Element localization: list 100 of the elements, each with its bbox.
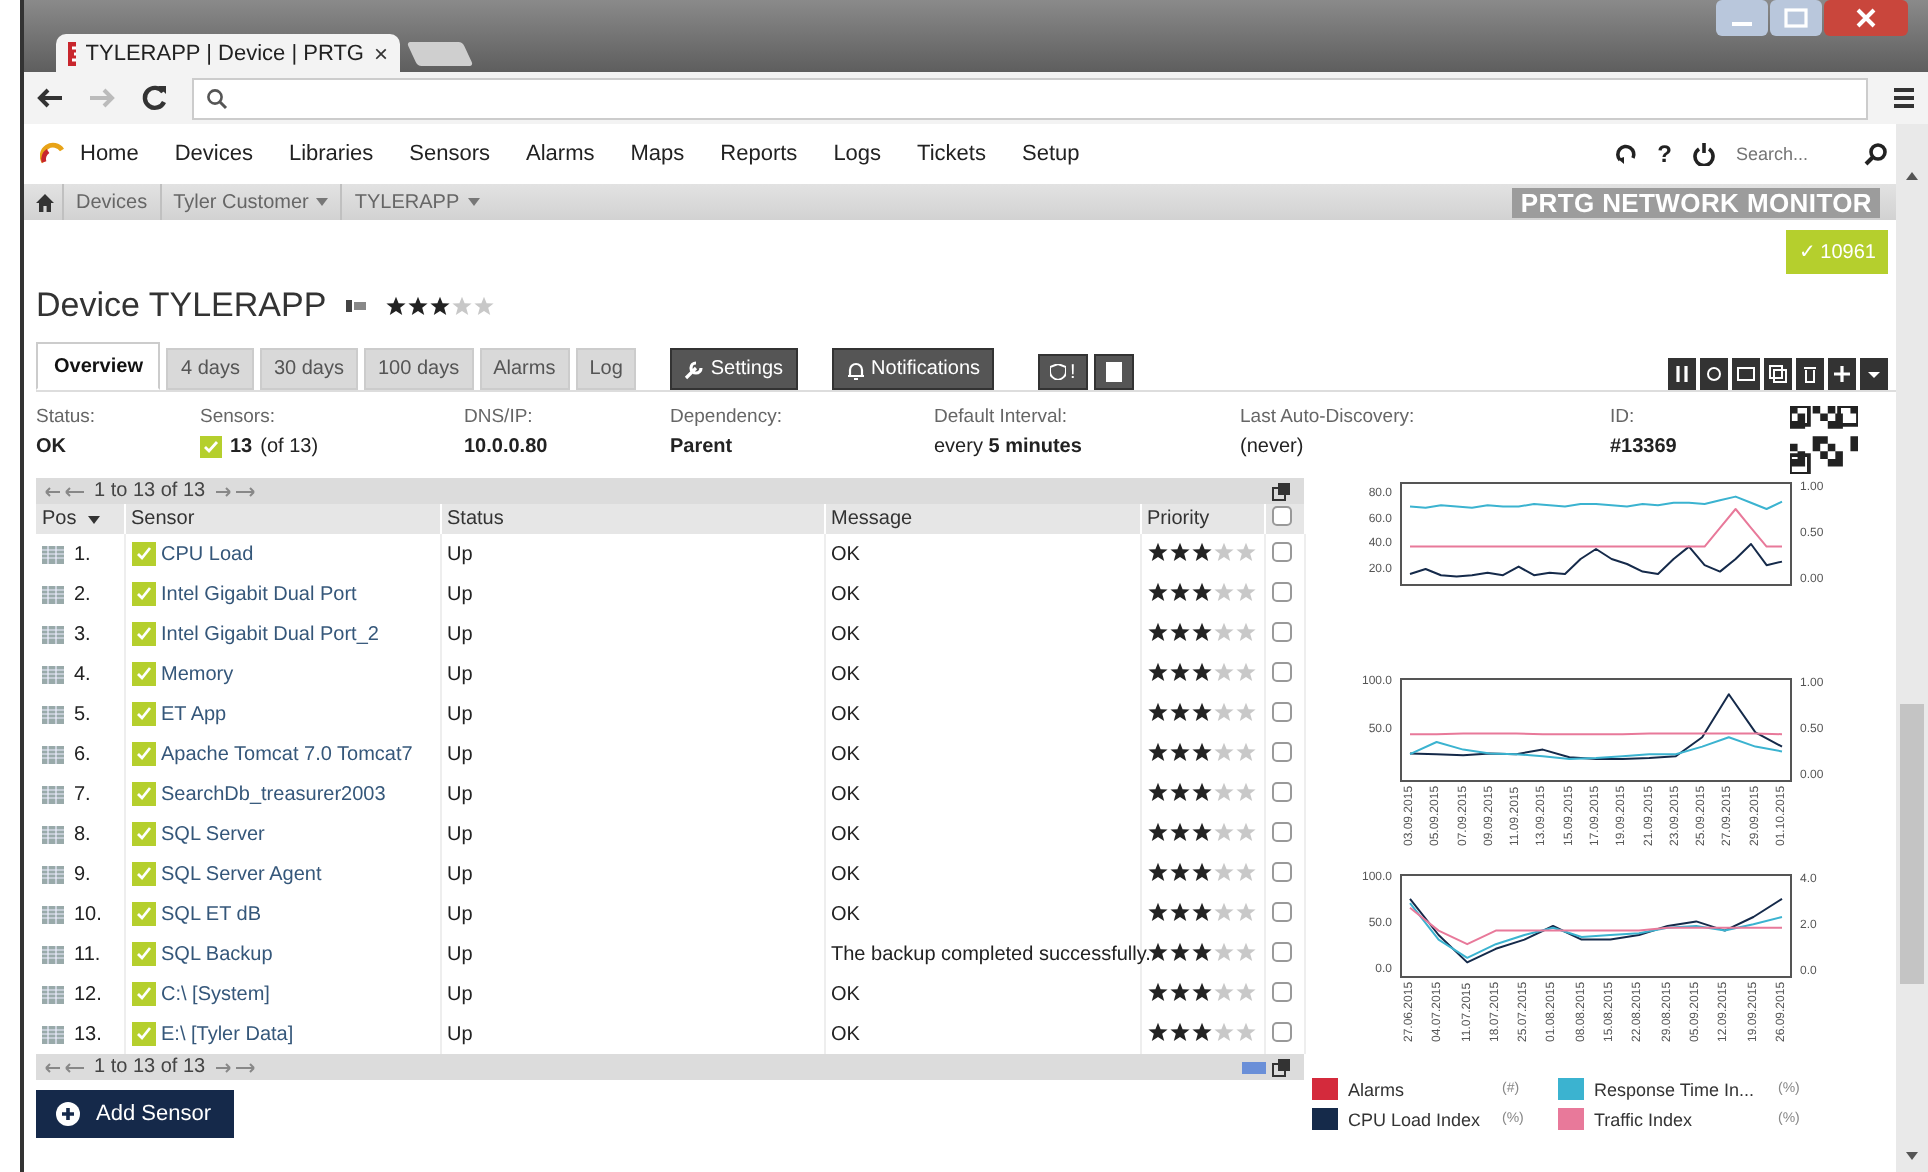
logo-icon[interactable]	[40, 142, 64, 166]
column-header[interactable]: Message	[831, 508, 913, 530]
checkbox[interactable]	[1271, 1021, 1291, 1041]
checkbox[interactable]	[1271, 741, 1291, 761]
help-link[interactable]: ?	[1657, 140, 1672, 168]
flag-icon	[346, 300, 367, 312]
sensor-link[interactable]: SearchDb_treasurer2003	[161, 783, 386, 805]
column-header[interactable]: Status	[447, 508, 504, 530]
status-check-icon	[131, 622, 155, 646]
checkbox[interactable]	[1271, 701, 1291, 721]
browser-tab[interactable]: TYLERAPP | Device | PRTG ×	[56, 34, 400, 72]
search-field[interactable]: Search...	[1736, 144, 1844, 164]
dropdown-button[interactable]	[1860, 358, 1888, 390]
checkbox[interactable]	[1271, 941, 1291, 961]
reload-icon[interactable]	[140, 84, 168, 112]
tab[interactable]: 100 days	[363, 348, 474, 390]
menu-item[interactable]: Reports	[720, 142, 798, 166]
tab[interactable]: Overview	[36, 342, 161, 390]
sensor-link[interactable]: Apache Tomcat 7.0 Tomcat7	[161, 743, 413, 765]
address-field[interactable]	[192, 77, 1868, 119]
clone-button[interactable]	[1764, 358, 1792, 390]
star-icon	[1147, 981, 1167, 1001]
message-cell: OK	[831, 903, 860, 925]
clipboard-button[interactable]	[1093, 354, 1134, 390]
action-button[interactable]: Settings	[670, 348, 798, 390]
action-button[interactable]: Notifications	[831, 348, 994, 390]
star-icon	[1235, 941, 1255, 961]
star-icon	[1191, 1021, 1211, 1041]
forward-icon[interactable]	[88, 86, 116, 110]
status-cell: Up	[447, 1023, 473, 1045]
page-forward-icon[interactable]	[211, 1061, 256, 1073]
sensor-link[interactable]: SQL Server	[161, 823, 265, 845]
star-icon	[1191, 981, 1211, 1001]
menu-item[interactable]: Sensors	[409, 142, 491, 166]
tab[interactable]: 4 days	[166, 348, 254, 390]
wrench-icon	[684, 359, 705, 379]
search-icon[interactable]	[1864, 142, 1888, 166]
menu-item[interactable]: Tickets	[917, 142, 986, 166]
sensor-link[interactable]: Memory	[161, 663, 234, 685]
star-icon	[1213, 661, 1233, 681]
tab[interactable]: Log	[575, 348, 637, 390]
checkbox[interactable]	[1271, 621, 1291, 641]
alert-button[interactable]: !	[1038, 354, 1088, 390]
pager-label: 1 to 13 of 13	[94, 1056, 206, 1078]
popout-icon[interactable]	[1272, 1057, 1292, 1077]
close-button[interactable]	[1824, 0, 1908, 36]
new-tab-button[interactable]	[406, 42, 474, 66]
checkbox[interactable]	[1271, 506, 1291, 526]
add-button[interactable]	[1828, 358, 1856, 390]
menu-item[interactable]: Devices	[174, 142, 253, 166]
checkbox[interactable]	[1271, 661, 1291, 681]
menu-item[interactable]: Logs	[833, 142, 882, 166]
popout-icon[interactable]	[1272, 481, 1292, 501]
sensor-link[interactable]: E:\ [Tyler Data]	[161, 1023, 294, 1045]
sensor-graph-icon	[42, 865, 64, 883]
breadcrumb-link[interactable]: Tyler Customer	[159, 184, 341, 220]
checkbox[interactable]	[1271, 541, 1291, 561]
menu-item[interactable]: Maps	[630, 142, 685, 166]
column-header[interactable]: Sensor	[131, 508, 195, 530]
sensor-link[interactable]: ET App	[161, 703, 227, 725]
checkbox[interactable]	[1271, 781, 1291, 801]
menu-item[interactable]: Alarms	[526, 142, 595, 166]
breadcrumb-link[interactable]: TYLERAPP	[340, 184, 492, 220]
add-sensor-button[interactable]: Add Sensor	[36, 1090, 235, 1138]
sensor-link[interactable]: CPU Load	[161, 543, 254, 565]
home-icon[interactable]	[36, 193, 54, 211]
maximize-button[interactable]	[1770, 0, 1822, 36]
delete-button[interactable]	[1796, 358, 1824, 390]
page-back-icon[interactable]	[44, 485, 88, 497]
tab[interactable]: 30 days	[259, 348, 358, 390]
page-forward-icon[interactable]	[211, 485, 256, 497]
refresh-icon[interactable]	[1613, 142, 1638, 166]
checkbox[interactable]	[1271, 581, 1291, 601]
tab-close-button[interactable]: ×	[373, 39, 388, 67]
star-icon	[1169, 1021, 1189, 1041]
star-icon	[1213, 741, 1233, 761]
menu-item[interactable]: Libraries	[288, 142, 374, 166]
position-cell: 9.	[74, 863, 91, 885]
sensor-link[interactable]: Intel Gigabit Dual Port	[161, 583, 357, 605]
logout-icon[interactable]	[1692, 142, 1716, 166]
checkbox[interactable]	[1271, 821, 1291, 841]
menu-icon[interactable]	[1892, 86, 1916, 110]
tab[interactable]: Alarms	[479, 348, 570, 390]
checkbox[interactable]	[1271, 901, 1291, 921]
menu-item[interactable]: Setup	[1021, 142, 1080, 166]
sensor-link[interactable]: Intel Gigabit Dual Port_2	[161, 623, 379, 645]
sensor-link[interactable]: SQL ET dB	[161, 903, 262, 925]
sensor-link[interactable]: SQL Server Agent	[161, 863, 322, 885]
position-cell: 1.	[74, 543, 91, 565]
star-icon	[1235, 541, 1255, 561]
menu-item[interactable]: Home	[80, 142, 139, 166]
back-icon[interactable]	[36, 86, 64, 110]
sensor-link[interactable]: C:\ [System]	[161, 983, 270, 1005]
breadcrumb-link[interactable]: Devices	[62, 184, 160, 220]
page-back-icon[interactable]	[44, 1061, 88, 1073]
pause-button[interactable]	[1668, 358, 1696, 390]
sensor-link[interactable]: SQL Backup	[161, 943, 273, 965]
checkbox[interactable]	[1271, 981, 1291, 1001]
minimize-button[interactable]	[1716, 0, 1768, 36]
checkbox[interactable]	[1271, 861, 1291, 881]
